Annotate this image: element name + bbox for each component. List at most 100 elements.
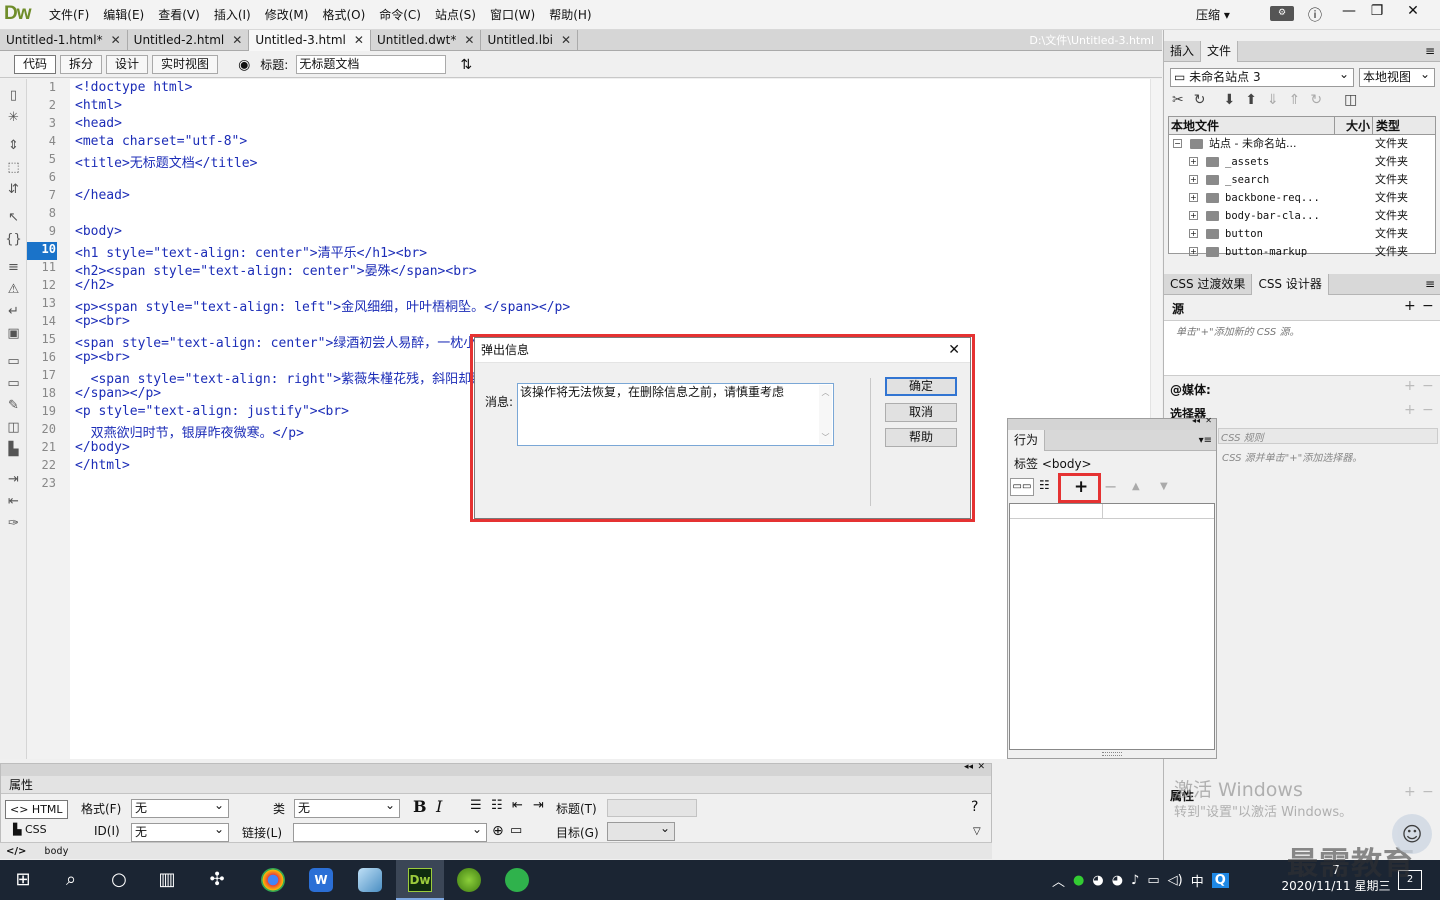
menu-item[interactable]: 窗口(W) — [483, 0, 542, 30]
add-property-icon[interactable]: + — [1404, 784, 1416, 800]
line-number[interactable]: 9 — [27, 224, 70, 242]
close-tab-icon[interactable]: ✕ — [464, 30, 474, 50]
close-tab-icon[interactable]: ✕ — [354, 30, 364, 50]
add-source-icon[interactable]: + — [1404, 298, 1416, 314]
syntax-error-icon[interactable]: ▣ — [0, 323, 27, 345]
line-number[interactable]: 7 — [27, 188, 70, 206]
line-number[interactable]: 20 — [27, 422, 70, 440]
remove-behavior-button[interactable]: − — [1104, 477, 1117, 496]
file-tree-item[interactable]: + _search 文件夹 — [1169, 171, 1435, 189]
sync-icon[interactable]: ↻ — [1310, 92, 1322, 108]
split-view-button[interactable]: 拆分 — [60, 55, 103, 74]
behavior-list[interactable] — [1009, 503, 1215, 750]
show-all-events-icon[interactable]: ☷ — [1039, 478, 1050, 492]
tree-root[interactable]: − 站点 - 未命名站... 文件夹 — [1169, 135, 1435, 153]
menu-item[interactable]: 站点(S) — [428, 0, 483, 30]
line-number[interactable]: 12 — [27, 278, 70, 296]
code-line[interactable]: <h2><span style="text-align: center">晏殊<… — [70, 260, 1150, 279]
line-number[interactable]: 5 — [27, 152, 70, 170]
wechat-icon[interactable] — [505, 868, 529, 892]
wechat-tray-icon[interactable]: ● — [1073, 873, 1084, 888]
live-view-button[interactable]: 实时视图 — [152, 55, 219, 74]
get-files-icon[interactable]: ⬇ — [1223, 92, 1235, 108]
qq-tray-icon-2[interactable]: ◕ — [1112, 873, 1123, 888]
menu-item[interactable]: 查看(V) — [151, 0, 207, 30]
panel-grip[interactable]: ◂◂ ✕ — [1008, 416, 1216, 430]
file-tree-item[interactable]: + backbone-req... 文件夹 — [1169, 189, 1435, 207]
remove-property-icon[interactable]: − — [1422, 784, 1434, 800]
code-line[interactable]: <h1 style="text-align: center">清平乐</h1><… — [70, 242, 1150, 261]
remove-comment-icon[interactable]: ▭ — [0, 373, 27, 395]
outdent-code-icon[interactable]: ⇤ — [0, 491, 27, 513]
close-tab-icon[interactable]: ✕ — [561, 30, 571, 50]
help-circle-icon[interactable]: ⓘ — [1308, 5, 1322, 25]
expand-properties-icon[interactable]: ▽ — [973, 826, 981, 837]
apply-comment-icon[interactable]: ▭ — [0, 351, 27, 373]
show-code-navigator-icon[interactable]: ✳ — [0, 107, 27, 129]
line-number[interactable]: 18 — [27, 386, 70, 404]
tab-insert[interactable]: 插入 — [1164, 40, 1202, 62]
tab-untitled-1[interactable]: Untitled-1.html* ✕ — [0, 29, 128, 51]
title-field[interactable] — [607, 799, 697, 817]
tab-behaviors[interactable]: 行为 — [1008, 429, 1046, 451]
target-select[interactable] — [607, 820, 675, 841]
notification-bell-icon[interactable]: ♪ — [1131, 873, 1139, 888]
code-line[interactable]: <html> — [70, 98, 1150, 116]
close-window-icon[interactable]: ✕ — [1395, 0, 1431, 22]
css-rules-filter[interactable]: CSS 规则 — [1218, 428, 1438, 444]
restore-icon[interactable]: ❐ — [1360, 0, 1394, 22]
resize-grip[interactable] — [1102, 752, 1122, 756]
notepad-icon[interactable] — [358, 868, 382, 892]
task-view-icon[interactable]: ▥ — [144, 860, 190, 900]
show-hidden-icons[interactable]: ︿ — [1052, 871, 1065, 890]
line-number[interactable]: 21 — [27, 440, 70, 458]
expand-icon[interactable]: + — [1189, 157, 1198, 166]
line-number[interactable]: 15 — [27, 332, 70, 350]
qq-browser-icon[interactable]: Q — [1211, 872, 1229, 888]
site-select[interactable]: ▭ 未命名站点 3 — [1170, 66, 1354, 87]
collapse-tag-icon[interactable]: ⇕ — [0, 135, 27, 157]
title-input[interactable]: 无标题文档 — [296, 55, 447, 74]
add-selector-icon[interactable]: + — [1404, 402, 1416, 418]
outdent-icon[interactable]: ⇤ — [512, 798, 523, 813]
collapse-icon[interactable]: ◂◂ — [1192, 416, 1200, 425]
code-view-button[interactable]: 代码 — [14, 55, 57, 74]
workspace-switcher[interactable]: 压缩 ▾ — [1190, 0, 1236, 30]
collapse-icon[interactable]: − — [1173, 139, 1182, 148]
search-icon[interactable]: ⌕ — [48, 860, 94, 900]
line-number[interactable]: 13 — [27, 296, 70, 314]
line-number[interactable]: 11 — [27, 260, 70, 278]
word-wrap-icon[interactable]: ↵ — [0, 301, 27, 323]
add-media-icon[interactable]: + — [1404, 378, 1416, 394]
network-icon[interactable]: ▭ — [1147, 873, 1159, 888]
format-select[interactable]: 无 — [131, 797, 229, 818]
browse-folder-icon[interactable]: ▭ — [510, 823, 522, 838]
menu-item[interactable]: 插入(I) — [207, 0, 258, 30]
html-mode-button[interactable]: <> HTML — [5, 800, 68, 819]
volume-icon[interactable]: ◁) — [1168, 873, 1183, 888]
menu-item[interactable]: 命令(C) — [372, 0, 428, 30]
line-number[interactable]: 16 — [27, 350, 70, 368]
point-to-file-icon[interactable]: ⊕ — [492, 823, 504, 839]
expand-all-icon[interactable]: ⇵ — [0, 179, 27, 201]
select-parent-tag-icon[interactable]: ↖ — [0, 207, 27, 229]
file-tree-item[interactable]: + button 文件夹 — [1169, 225, 1435, 243]
melon-app-icon[interactable] — [457, 868, 481, 892]
col-type[interactable]: 类型 — [1373, 117, 1400, 134]
connect-icon[interactable]: ✂ — [1172, 92, 1184, 108]
file-management-icon[interactable]: ⇅ — [460, 57, 472, 73]
code-line[interactable]: </h2> — [70, 278, 1150, 296]
expand-icon[interactable]: + — [1189, 229, 1198, 238]
indent-code-icon[interactable]: ⇥ — [0, 469, 27, 491]
view-select[interactable]: 本地视图 — [1359, 66, 1435, 87]
move-down-icon[interactable]: ▼ — [1160, 481, 1168, 492]
line-number[interactable]: 8 — [27, 206, 70, 224]
tab-untitled-lbi[interactable]: Untitled.lbi ✕ — [481, 29, 579, 51]
line-number[interactable]: 4 — [27, 134, 70, 152]
menu-item[interactable]: 编辑(E) — [96, 0, 151, 30]
line-numbers-icon[interactable]: ≡ — [0, 257, 27, 279]
tab-untitled-2[interactable]: Untitled-2.html ✕ — [128, 29, 250, 51]
wps-writer-icon[interactable]: W — [309, 868, 333, 892]
col-local[interactable]: 本地文件 — [1169, 117, 1335, 134]
dreamweaver-taskbar-active[interactable]: Dw — [396, 860, 444, 900]
